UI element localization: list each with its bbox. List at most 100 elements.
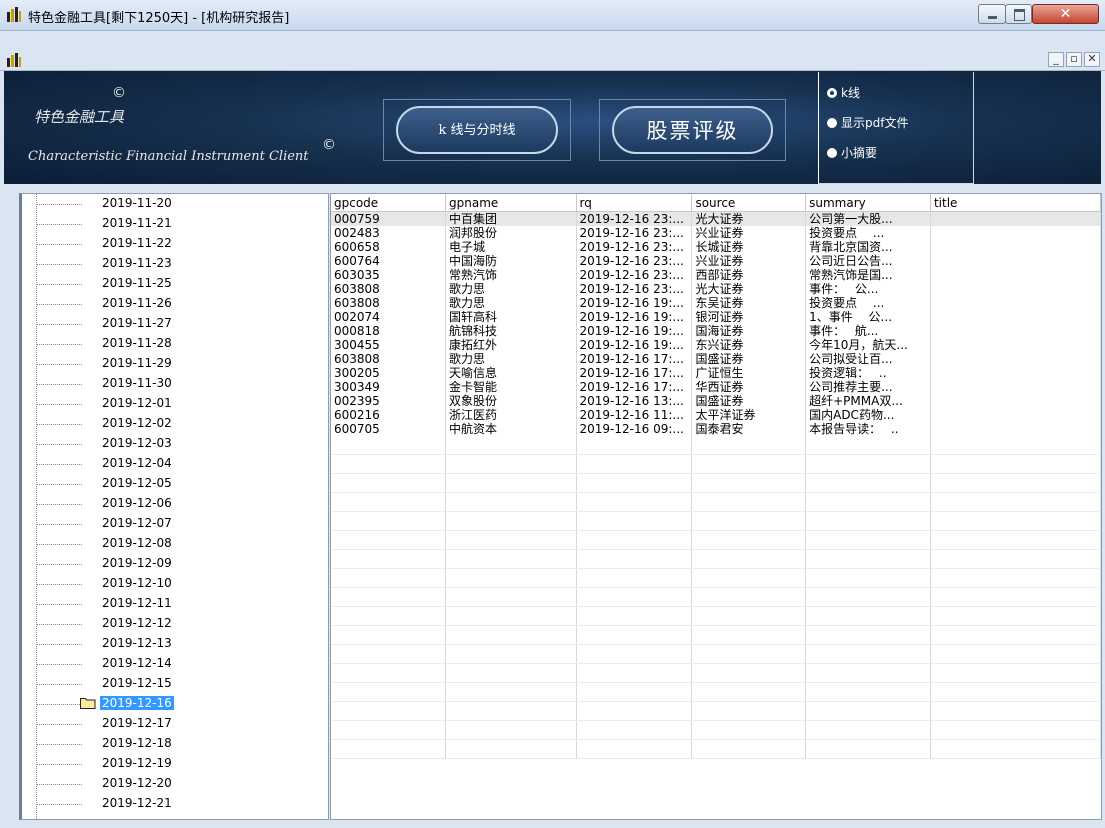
table-cell-source: 西部证券 xyxy=(691,268,807,282)
table-row[interactable]: 300205 天喻信息 2019-12-16 17:... 广证恒生 投资逻辑： .. xyxy=(331,366,1101,380)
tree-item[interactable]: 2019-11-29 xyxy=(22,354,312,373)
empty-cell xyxy=(331,701,447,721)
empty-cell xyxy=(691,492,807,512)
mdi-close-icon[interactable]: ✕ xyxy=(1084,52,1100,67)
radio-summary[interactable]: 小摘要 xyxy=(827,144,877,162)
empty-cell xyxy=(445,549,577,569)
tree-item[interactable]: 2019-12-06 xyxy=(22,494,312,513)
empty-cell xyxy=(331,720,447,740)
radio-show-pdf[interactable]: 显示pdf文件 xyxy=(827,114,908,132)
column-header-rq[interactable]: rq xyxy=(576,194,693,212)
tree-item[interactable]: 2019-11-23 xyxy=(22,254,312,273)
tree-item[interactable]: 2019-12-10 xyxy=(22,574,312,593)
tree-item[interactable]: 2019-12-03 xyxy=(22,434,312,453)
tree-branch-line xyxy=(36,744,82,745)
tree-item[interactable]: 2019-12-02 xyxy=(22,414,312,433)
table-cell-title xyxy=(930,226,1101,240)
table-row[interactable]: 603808 歌力思 2019-12-16 23:... 光大证券 事件： 公... xyxy=(331,282,1101,296)
tree-item-label: 2019-12-16 xyxy=(100,696,174,710)
table-row[interactable]: 300349 金卡智能 2019-12-16 17:... 华西证券 公司推荐主要... xyxy=(331,380,1101,394)
tree-item[interactable]: 2019-12-01 xyxy=(22,394,312,413)
tree-item[interactable]: 2019-12-04 xyxy=(22,454,312,473)
empty-cell xyxy=(445,701,577,721)
empty-cell xyxy=(930,720,1101,740)
tree-item[interactable]: 2019-12-07 xyxy=(22,514,312,533)
tree-item[interactable]: 2019-12-18 xyxy=(22,734,312,753)
table-row[interactable]: 603808 歌力思 2019-12-16 17:... 国盛证券 公司拟受让百... xyxy=(331,352,1101,366)
empty-cell xyxy=(445,587,577,607)
empty-cell xyxy=(930,436,1101,455)
table-cell-gpname: 康拓红外 xyxy=(445,338,577,352)
table-cell-gpname: 歌力思 xyxy=(445,282,577,296)
table-row[interactable]: 603808 歌力思 2019-12-16 19:... 东吴证券 投资要点 ... xyxy=(331,296,1101,310)
tree-item[interactable]: 2019-11-21 xyxy=(22,214,312,233)
tree-item[interactable]: 2019-12-19 xyxy=(22,754,312,773)
stock-rating-button[interactable]: 股票评级 xyxy=(599,99,786,161)
minimize-button[interactable] xyxy=(978,4,1006,24)
tree-branch-line xyxy=(36,564,82,565)
kline-button-label: k 线与分时线 xyxy=(396,106,558,154)
tree-item[interactable]: 2019-11-22 xyxy=(22,234,312,253)
column-header-gpname[interactable]: gpname xyxy=(445,194,577,212)
column-header-title[interactable]: title xyxy=(930,194,1101,212)
empty-cell xyxy=(576,587,693,607)
table-row[interactable]: 002074 国轩高科 2019-12-16 19:... 银河证券 1、事件 公... xyxy=(331,310,1101,324)
tree-item-label: 2019-12-04 xyxy=(102,456,172,470)
empty-row xyxy=(331,739,1101,759)
tree-branch-line xyxy=(36,304,82,305)
date-tree[interactable]: 2019-11-20 2019-11-21 2019-11-22 2019-11-23… xyxy=(19,193,329,820)
table-row[interactable]: 002483 润邦股份 2019-12-16 23:... 兴业证券 投资要点 ... xyxy=(331,226,1101,240)
table-cell-gpcode: 002074 xyxy=(331,310,447,324)
table-row[interactable]: 600764 中国海防 2019-12-16 23:... 兴业证券 公司近日公告... xyxy=(331,254,1101,268)
tree-branch-line xyxy=(36,284,82,285)
column-header-summary[interactable]: summary xyxy=(805,194,931,212)
table-row[interactable]: 600216 浙江医药 2019-12-16 11:... 太平洋证券 国内ADC药物.… xyxy=(331,408,1101,422)
tree-item[interactable]: 2019-11-27 xyxy=(22,314,312,333)
tree-branch-line xyxy=(36,464,82,465)
tree-item[interactable]: 2019-12-15 xyxy=(22,674,312,693)
kline-button[interactable]: k 线与分时线 xyxy=(383,99,571,161)
mdi-minimize-icon[interactable]: _ xyxy=(1048,52,1064,67)
tree-item[interactable]: 2019-11-26 xyxy=(22,294,312,313)
mdi-app-icon[interactable] xyxy=(6,52,22,68)
report-grid[interactable]: gpcode gpname rq source summary title 000759 中… xyxy=(330,193,1102,820)
table-row[interactable]: 000818 航锦科技 2019-12-16 19:... 国海证券 事件： 航... xyxy=(331,324,1101,338)
tree-item[interactable]: 2019-12-09 xyxy=(22,554,312,573)
tree-item[interactable]: 2019-12-14 xyxy=(22,654,312,673)
empty-row xyxy=(331,644,1101,664)
empty-row xyxy=(331,568,1101,588)
column-header-gpcode[interactable]: gpcode xyxy=(331,194,447,212)
table-row[interactable]: 002395 双象股份 2019-12-16 13:... 国盛证券 超纤+PMMA双.… xyxy=(331,394,1101,408)
radio-kline[interactable]: k线 xyxy=(827,84,860,102)
table-cell-rq: 2019-12-16 23:... xyxy=(576,240,693,254)
tree-item[interactable]: 2019-11-20 xyxy=(22,194,312,213)
empty-cell xyxy=(331,606,447,626)
tree-item[interactable]: 2019-12-16 xyxy=(22,694,312,713)
empty-cell xyxy=(805,701,931,721)
tree-item[interactable]: 2019-12-05 xyxy=(22,474,312,493)
tree-item[interactable]: 2019-12-08 xyxy=(22,534,312,553)
tree-item[interactable]: 2019-12-20 xyxy=(22,774,312,793)
table-cell-summary: 本报告导读： .. xyxy=(805,422,931,436)
column-header-source[interactable]: source xyxy=(691,194,807,212)
tree-item[interactable]: 2019-11-25 xyxy=(22,274,312,293)
tree-item[interactable]: 2019-12-13 xyxy=(22,634,312,653)
mdi-restore-icon[interactable]: ▫ xyxy=(1066,52,1082,67)
table-row[interactable]: 600705 中航资本 2019-12-16 09:... 国泰君安 本报告导读： .. xyxy=(331,422,1101,436)
table-row[interactable]: 300455 康拓红外 2019-12-16 19:... 东兴证券 今年10月，航天.… xyxy=(331,338,1101,352)
maximize-button[interactable] xyxy=(1005,4,1032,24)
close-button[interactable] xyxy=(1032,4,1099,24)
empty-cell xyxy=(445,682,577,702)
tree-item[interactable]: 2019-12-21 xyxy=(22,794,312,813)
table-row[interactable]: 000759 中百集团 2019-12-16 23:... 光大证券 公司第一大股... xyxy=(331,211,1101,226)
table-row[interactable]: 603035 常熟汽饰 2019-12-16 23:... 西部证券 常熟汽饰是国... xyxy=(331,268,1101,282)
table-cell-summary: 国内ADC药物... xyxy=(805,408,931,422)
table-cell-source: 太平洋证券 xyxy=(691,408,807,422)
tree-item[interactable]: 2019-11-28 xyxy=(22,334,312,353)
tree-item[interactable]: 2019-12-17 xyxy=(22,714,312,733)
table-cell-rq: 2019-12-16 19:... xyxy=(576,310,693,324)
tree-item[interactable]: 2019-11-30 xyxy=(22,374,312,393)
table-row[interactable]: 600658 电子城 2019-12-16 23:... 长城证券 背靠北京国资... xyxy=(331,240,1101,254)
tree-item[interactable]: 2019-12-12 xyxy=(22,614,312,633)
tree-item[interactable]: 2019-12-11 xyxy=(22,594,312,613)
